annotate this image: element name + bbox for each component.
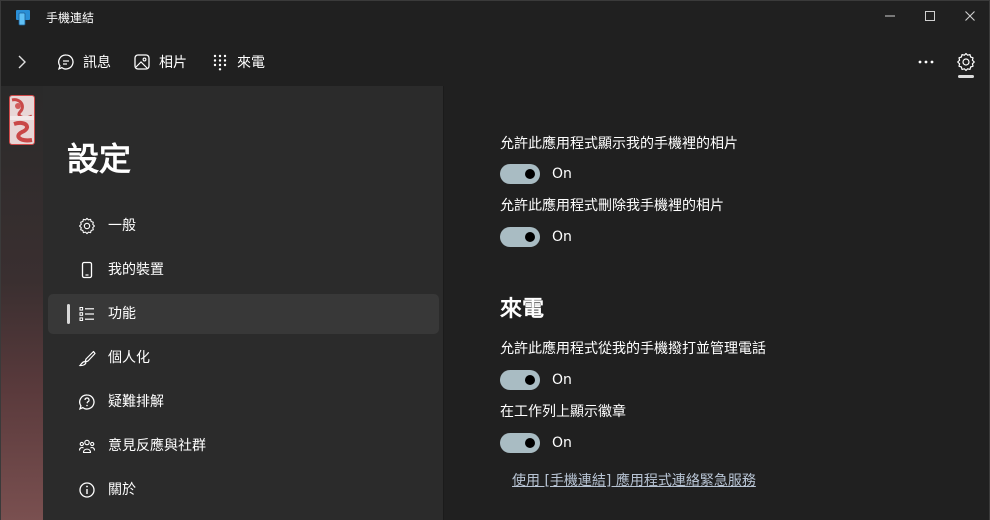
gear-icon (78, 217, 96, 235)
info-icon (78, 481, 96, 499)
tab-messages[interactable]: 訊息 (57, 49, 111, 75)
list-icon (78, 305, 96, 323)
nav-bar: 訊息 相片 來電 (1, 39, 990, 85)
taskbar-badge-toggle[interactable] (500, 433, 540, 453)
app-window: 手機連結 訊息 相片 來電 設定 一般 我的裝置 功能 個人化 疑難排解 意見反… (0, 0, 990, 520)
menu-item-features[interactable]: 功能 (48, 294, 439, 334)
brush-icon (78, 349, 96, 367)
active-indicator (67, 304, 70, 324)
close-button[interactable] (948, 1, 990, 31)
page-title: 設定 (67, 140, 132, 178)
taskbar-badge-state: On (552, 435, 572, 451)
tab-calls-label: 來電 (237, 55, 265, 71)
toggle-knob (525, 232, 535, 242)
menu-item-label: 意見反應與社群 (108, 438, 206, 454)
photo-icon (133, 53, 151, 71)
calls-section-heading: 來電 (500, 297, 545, 322)
menu-item-troubleshooting[interactable]: 疑難排解 (48, 382, 439, 422)
phone-link-app-icon (15, 8, 33, 26)
settings-nav-panel: 設定 一般 我的裝置 功能 個人化 疑難排解 意見反應與社群 關於 (43, 86, 444, 520)
menu-item-general[interactable]: 一般 (48, 206, 439, 246)
manage-calls-toggle[interactable] (500, 370, 540, 390)
expand-sidebar-button[interactable] (11, 51, 33, 73)
toggle-knob (525, 375, 535, 385)
delete-photos-label: 允許此應用程式刪除我手機裡的相片 (500, 198, 724, 214)
maximize-button[interactable] (908, 1, 952, 31)
settings-content: 允許此應用程式顯示我的手機裡的相片 On 允許此應用程式刪除我手機裡的相片 On… (444, 86, 989, 520)
ellipsis-icon (918, 60, 934, 64)
delete-photos-state: On (552, 229, 572, 245)
menu-item-label: 我的裝置 (108, 262, 164, 278)
more-options-button[interactable] (915, 51, 937, 73)
phone-thumbnail[interactable] (9, 95, 35, 145)
menu-item-my-devices[interactable]: 我的裝置 (48, 250, 439, 290)
dialpad-icon (211, 53, 229, 71)
minimize-button[interactable] (868, 1, 912, 31)
settings-active-indicator (958, 75, 974, 78)
chat-icon (57, 53, 75, 71)
menu-item-label: 疑難排解 (108, 394, 164, 410)
taskbar-badge-label: 在工作列上顯示徽章 (500, 404, 626, 420)
show-photos-state: On (552, 166, 572, 182)
chevron-right-icon (18, 55, 26, 69)
delete-photos-toggle[interactable] (500, 227, 540, 247)
menu-item-label: 關於 (108, 482, 136, 498)
troubleshoot-icon (78, 393, 96, 411)
toggle-knob (525, 169, 535, 179)
title-bar: 手機連結 (1, 1, 990, 33)
phone-icon (78, 261, 96, 279)
tab-photos[interactable]: 相片 (133, 49, 187, 75)
show-photos-label: 允許此應用程式顯示我的手機裡的相片 (500, 136, 738, 152)
menu-item-feedback-community[interactable]: 意見反應與社群 (48, 426, 439, 466)
manage-calls-state: On (552, 372, 572, 388)
show-photos-toggle[interactable] (500, 164, 540, 184)
window-title: 手機連結 (46, 11, 95, 25)
menu-item-label: 一般 (108, 218, 136, 234)
manage-calls-label: 允許此應用程式從我的手機撥打並管理電話 (500, 341, 766, 357)
people-icon (78, 437, 96, 455)
tab-messages-label: 訊息 (83, 55, 111, 71)
gear-icon (957, 52, 975, 72)
tab-photos-label: 相片 (159, 55, 187, 71)
menu-item-label: 個人化 (108, 350, 150, 366)
emergency-services-link[interactable]: 使用 [手機連結] 應用程式連絡緊急服務 (512, 470, 756, 490)
menu-item-personalization[interactable]: 個人化 (48, 338, 439, 378)
tab-calls[interactable]: 來電 (211, 49, 265, 75)
device-strip (1, 86, 43, 520)
menu-item-label: 功能 (108, 306, 136, 322)
settings-button[interactable] (954, 50, 978, 74)
menu-item-about[interactable]: 關於 (48, 470, 439, 510)
toggle-knob (525, 438, 535, 448)
